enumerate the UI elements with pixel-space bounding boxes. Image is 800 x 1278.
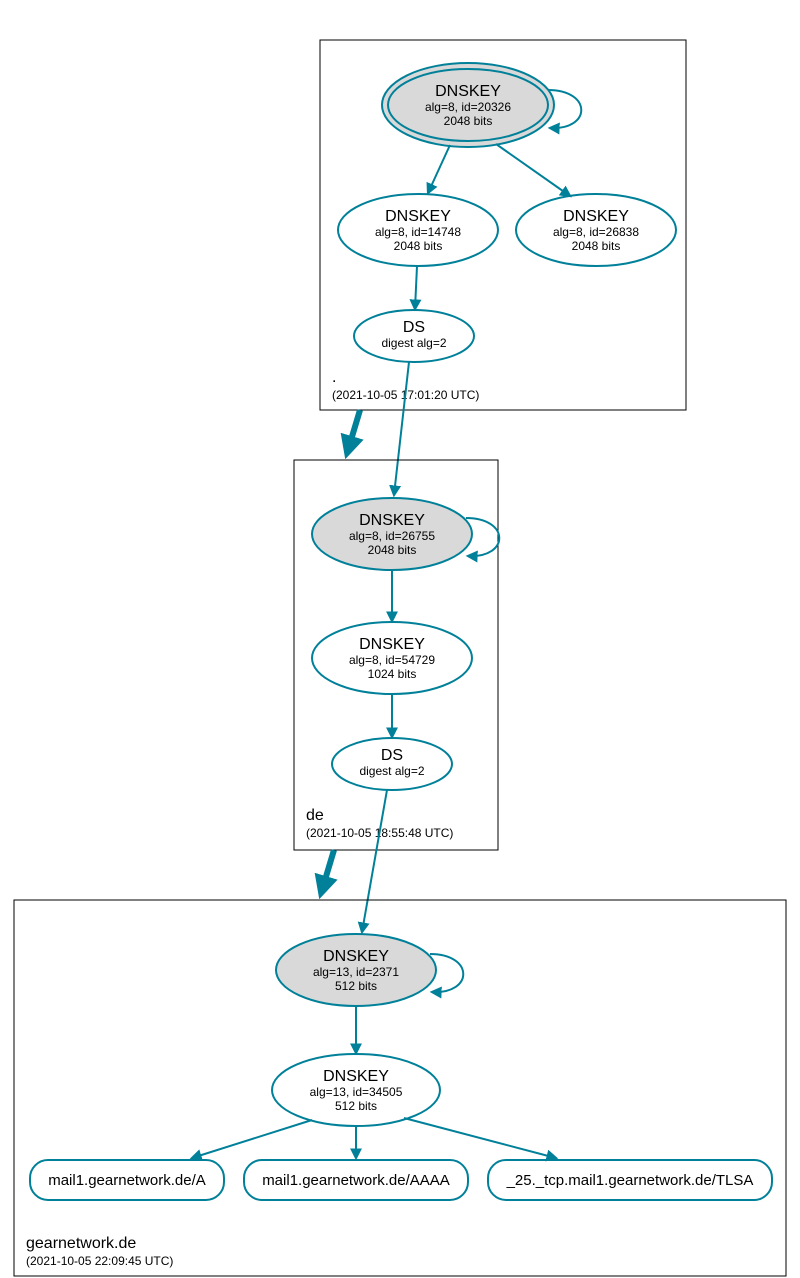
zone-de: de (2021-10-05 18:55:48 UTC) DNSKEY alg=… xyxy=(294,460,499,850)
svg-text:DNSKEY: DNSKEY xyxy=(359,512,425,529)
zone-root: . (2021-10-05 17:01:20 UTC) DNSKEY alg=8… xyxy=(320,40,686,410)
node-root-ksk: DNSKEY alg=8, id=20326 2048 bits xyxy=(382,63,554,147)
zone-domain-label: gearnetwork.de xyxy=(26,1235,136,1252)
svg-text:DNSKEY: DNSKEY xyxy=(563,208,629,225)
svg-text:2048 bits: 2048 bits xyxy=(368,543,417,557)
node-domain-ksk: DNSKEY alg=13, id=2371 512 bits xyxy=(276,934,436,1006)
node-de-ds: DS digest alg=2 xyxy=(332,738,452,790)
svg-text:_25._tcp.mail1.gearnetwork.de/: _25._tcp.mail1.gearnetwork.de/TLSA xyxy=(506,1172,754,1189)
svg-text:2048 bits: 2048 bits xyxy=(572,239,621,253)
svg-text:512 bits: 512 bits xyxy=(335,1099,377,1113)
svg-text:2048 bits: 2048 bits xyxy=(444,114,493,128)
svg-text:alg=13, id=34505: alg=13, id=34505 xyxy=(310,1085,403,1099)
svg-text:DS: DS xyxy=(403,319,425,336)
svg-text:mail1.gearnetwork.de/AAAA: mail1.gearnetwork.de/AAAA xyxy=(262,1172,450,1189)
svg-text:alg=13, id=2371: alg=13, id=2371 xyxy=(313,965,399,979)
zone-domain-timestamp: (2021-10-05 22:09:45 UTC) xyxy=(26,1254,173,1268)
svg-text:DNSKEY: DNSKEY xyxy=(359,636,425,653)
node-root-other: DNSKEY alg=8, id=26838 2048 bits xyxy=(516,194,676,266)
node-root-ds: DS digest alg=2 xyxy=(354,310,474,362)
zone-domain: gearnetwork.de (2021-10-05 22:09:45 UTC)… xyxy=(14,900,786,1276)
svg-text:digest alg=2: digest alg=2 xyxy=(381,336,446,350)
svg-text:DNSKEY: DNSKEY xyxy=(323,948,389,965)
svg-text:DS: DS xyxy=(381,747,403,764)
zone-root-label: . xyxy=(332,369,336,386)
svg-text:mail1.gearnetwork.de/A: mail1.gearnetwork.de/A xyxy=(48,1172,206,1189)
node-de-zsk: DNSKEY alg=8, id=54729 1024 bits xyxy=(312,622,472,694)
svg-text:alg=8, id=20326: alg=8, id=20326 xyxy=(425,100,511,114)
node-rr-a: mail1.gearnetwork.de/A xyxy=(30,1160,224,1200)
svg-text:2048 bits: 2048 bits xyxy=(394,239,443,253)
svg-text:digest alg=2: digest alg=2 xyxy=(359,764,424,778)
node-de-ksk: DNSKEY alg=8, id=26755 2048 bits xyxy=(312,498,472,570)
svg-text:DNSKEY: DNSKEY xyxy=(323,1068,389,1085)
node-rr-tlsa: _25._tcp.mail1.gearnetwork.de/TLSA xyxy=(488,1160,772,1200)
node-domain-zsk: DNSKEY alg=13, id=34505 512 bits xyxy=(272,1054,440,1126)
svg-text:alg=8, id=26755: alg=8, id=26755 xyxy=(349,529,435,543)
svg-text:DNSKEY: DNSKEY xyxy=(435,83,501,100)
svg-text:alg=8, id=54729: alg=8, id=54729 xyxy=(349,653,435,667)
svg-text:alg=8, id=14748: alg=8, id=14748 xyxy=(375,225,461,239)
zone-de-label: de xyxy=(306,807,324,824)
dnssec-diagram: . (2021-10-05 17:01:20 UTC) DNSKEY alg=8… xyxy=(0,0,800,1278)
node-rr-aaaa: mail1.gearnetwork.de/AAAA xyxy=(244,1160,468,1200)
svg-text:DNSKEY: DNSKEY xyxy=(385,208,451,225)
node-root-zsk: DNSKEY alg=8, id=14748 2048 bits xyxy=(338,194,498,266)
svg-text:512 bits: 512 bits xyxy=(335,979,377,993)
svg-text:1024 bits: 1024 bits xyxy=(368,667,417,681)
svg-text:alg=8, id=26838: alg=8, id=26838 xyxy=(553,225,639,239)
